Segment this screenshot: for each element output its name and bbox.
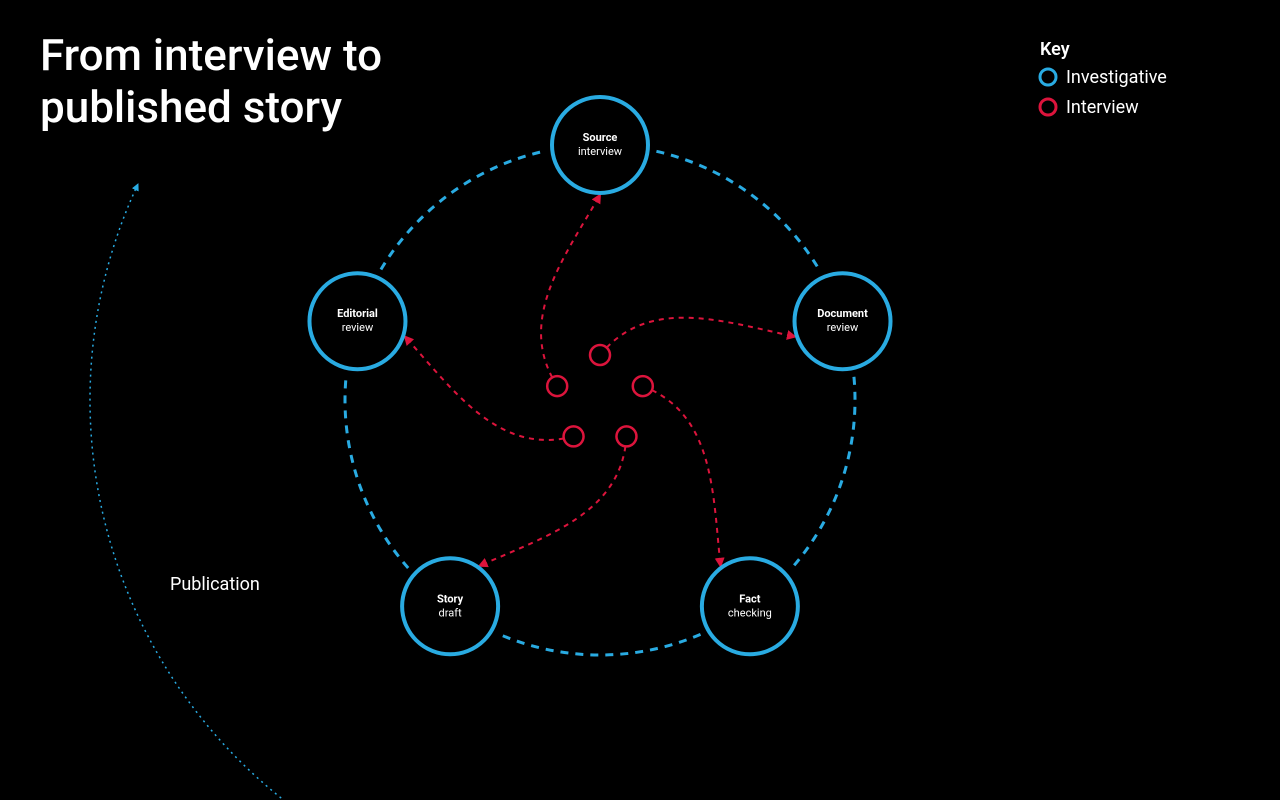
- ring-arc: [792, 377, 855, 568]
- spiral-connector: [480, 436, 627, 565]
- publication-arc-label: Publication: [170, 574, 260, 595]
- ring-arc: [499, 634, 700, 655]
- workflow-diagram: SourceinterviewDocumentreviewFactcheckin…: [0, 0, 1280, 800]
- hub-node: [633, 376, 653, 396]
- stage-label-n5: Editorialreview: [337, 307, 378, 334]
- hub-node: [590, 345, 610, 365]
- ring-arc: [381, 151, 544, 269]
- ring-arc: [345, 377, 408, 568]
- legend-item-label: Investigative: [1066, 67, 1167, 88]
- stage-label-n1: Sourceinterview: [578, 131, 623, 158]
- publication-arc: [90, 184, 300, 800]
- hub-node: [616, 426, 636, 446]
- spiral-connector: [600, 318, 795, 355]
- spiral-connector: [643, 386, 721, 566]
- legend-heading: Key: [1040, 39, 1070, 60]
- legend-item-label: Interview: [1066, 97, 1139, 118]
- legend-swatch-crimson: [1040, 99, 1056, 115]
- stage-label-n4: Storydraft: [437, 592, 464, 619]
- hub-node: [547, 376, 567, 396]
- legend-swatch-blue: [1040, 69, 1056, 85]
- diagram-title: From interview topublished story: [40, 29, 382, 133]
- ring-arc: [656, 151, 819, 269]
- hub-node: [564, 426, 584, 446]
